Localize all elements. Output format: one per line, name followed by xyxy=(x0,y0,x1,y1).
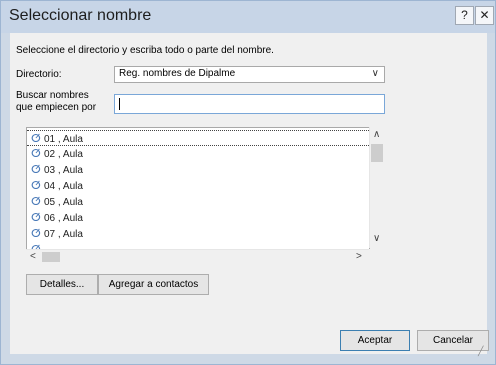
list-item[interactable]: ⵚ 07 , Aula xyxy=(27,226,369,242)
list-item-label: 04 , Aula xyxy=(44,181,83,192)
directory-select[interactable]: Reg. nombres de Dipalme ∨ xyxy=(114,66,385,83)
list-item[interactable]: ⵚ 01 , Aula xyxy=(27,130,369,146)
list-item[interactable]: ⵚ 03 , Aula xyxy=(27,162,369,178)
vertical-scroll-thumb[interactable] xyxy=(371,144,383,162)
person-icon: ⵚ xyxy=(31,164,41,176)
text-caret xyxy=(119,98,120,110)
horizontal-scrollbar[interactable]: < > xyxy=(26,249,369,264)
scroll-left-icon[interactable]: < xyxy=(30,251,36,262)
list-item[interactable]: ⵚ 05 , Aula xyxy=(27,194,369,210)
help-button[interactable]: ? xyxy=(455,6,474,25)
instructions-text: Seleccione el directorio y escriba todo … xyxy=(16,45,274,56)
person-icon: ⵚ xyxy=(31,180,41,192)
list-item-label: 06 , Aula xyxy=(44,213,83,224)
person-icon: ⵚ xyxy=(31,212,41,224)
close-button[interactable]: ✕ xyxy=(475,6,494,25)
title-bar[interactable]: Seleccionar nombre ? ✕ xyxy=(1,1,495,33)
close-icon: ✕ xyxy=(479,8,490,22)
list-item[interactable]: ⵚ 02 , Aula xyxy=(27,146,369,162)
search-label-line2: que empiecen por xyxy=(16,102,97,113)
list-item[interactable]: ⵚ 04 , Aula xyxy=(27,178,369,194)
list-item-label: 01 , Aula xyxy=(44,134,83,145)
names-list[interactable]: ⵚ 01 , Aula ⵚ 02 , Aula ⵚ 03 , Aula ⵚ 04… xyxy=(26,127,370,259)
list-item[interactable]: ⵚ 06 , Aula xyxy=(27,210,369,226)
resize-grip-icon[interactable]: ╱ xyxy=(478,346,483,357)
directory-value: Reg. nombres de Dipalme xyxy=(119,68,236,79)
window-title: Seleccionar nombre xyxy=(9,7,152,24)
list-item-label: 05 , Aula xyxy=(44,197,83,208)
list-item-label: 02 , Aula xyxy=(44,149,83,160)
list-item-label: 03 , Aula xyxy=(44,165,83,176)
help-icon: ? xyxy=(461,8,468,22)
list-item-label: 07 , Aula xyxy=(44,229,83,240)
search-label-line1: Buscar nombres xyxy=(16,90,89,101)
add-to-contacts-button[interactable]: Agregar a contactos xyxy=(98,274,209,295)
dialog-body: Seleccione el directorio y escriba todo … xyxy=(10,33,489,354)
scroll-up-icon[interactable]: ∧ xyxy=(373,129,380,140)
person-icon: ⵚ xyxy=(31,133,41,145)
person-icon: ⵚ xyxy=(31,196,41,208)
details-button[interactable]: Detalles... xyxy=(26,274,98,295)
accept-button[interactable]: Aceptar xyxy=(340,330,410,351)
scroll-right-icon[interactable]: > xyxy=(356,251,362,262)
select-name-dialog: Seleccionar nombre ? ✕ Seleccione el dir… xyxy=(0,0,496,365)
search-input[interactable] xyxy=(114,94,385,114)
scrollbar-corner xyxy=(369,249,383,263)
vertical-scrollbar[interactable]: ∧ ∨ xyxy=(369,127,384,248)
person-icon: ⵚ xyxy=(31,228,41,240)
person-icon: ⵚ xyxy=(31,148,41,160)
directory-label: Directorio: xyxy=(16,69,62,80)
chevron-down-icon[interactable]: ∨ xyxy=(372,68,379,79)
scroll-down-icon[interactable]: ∨ xyxy=(373,233,380,244)
horizontal-scroll-thumb[interactable] xyxy=(42,252,60,262)
